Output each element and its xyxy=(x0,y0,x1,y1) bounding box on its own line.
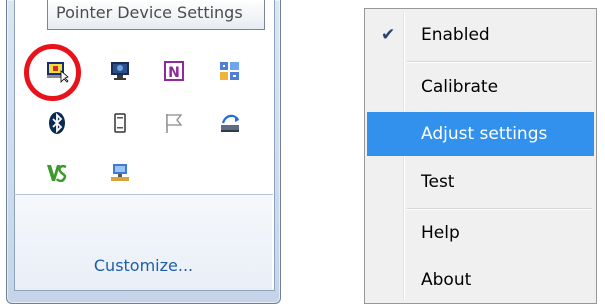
menu-item-label: Help xyxy=(421,223,460,243)
menu-separator xyxy=(407,61,592,63)
computer-network-icon[interactable] xyxy=(107,160,133,186)
highlight-circle xyxy=(24,44,81,101)
menu-separator xyxy=(407,208,592,210)
svg-text:N: N xyxy=(168,65,180,81)
check-icon: ✔ xyxy=(381,25,396,45)
action-center-flag-icon[interactable] xyxy=(161,110,187,136)
onenote-icon[interactable]: N xyxy=(161,58,187,84)
menu-item-help[interactable]: Help xyxy=(367,211,594,255)
menu-item-adjust-settings[interactable]: Adjust settings xyxy=(367,112,594,156)
menu-item-label: About xyxy=(421,270,472,290)
menu-item-label: Calibrate xyxy=(421,77,499,97)
eject-drive-icon[interactable] xyxy=(217,110,243,136)
menu-item-label: Enabled xyxy=(421,25,490,45)
menu-item-test[interactable]: Test xyxy=(367,160,594,204)
network-monitor-icon[interactable] xyxy=(107,58,133,84)
menu-item-label: Adjust settings xyxy=(421,124,548,144)
bluetooth-icon[interactable] xyxy=(44,110,70,136)
menu-item-about[interactable]: About xyxy=(367,258,594,302)
notification-overflow-flyout: N Customize... xyxy=(6,0,281,304)
vs-icon[interactable] xyxy=(44,160,70,186)
tooltip-pointer-device-settings: Pointer Device Settings xyxy=(47,0,265,30)
customize-area: Customize... xyxy=(15,195,272,290)
customize-link[interactable]: Customize... xyxy=(15,256,272,275)
grid-app-icon[interactable] xyxy=(217,58,243,84)
menu-item-label: Test xyxy=(421,172,455,192)
context-menu: ✔ Enabled Calibrate Adjust settings Test… xyxy=(364,8,597,304)
menu-item-enabled[interactable]: ✔ Enabled xyxy=(367,13,594,57)
device-icon[interactable] xyxy=(107,110,133,136)
menu-item-calibrate[interactable]: Calibrate xyxy=(367,65,594,109)
